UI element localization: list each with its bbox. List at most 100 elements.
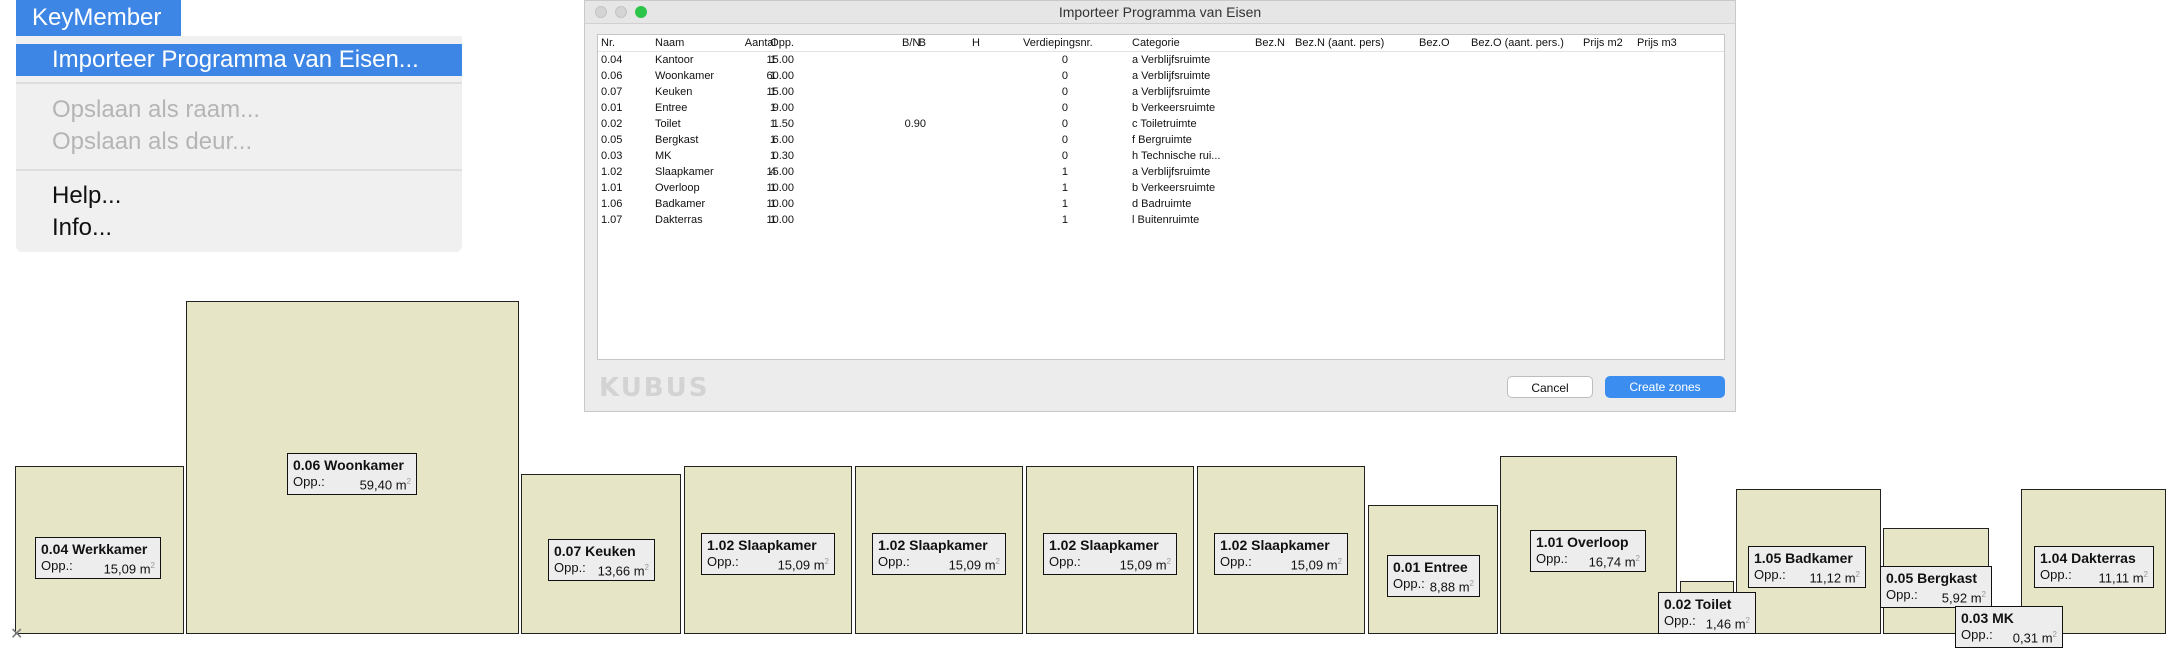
table-cell-cat: a Verblijfsruimte xyxy=(1132,54,1211,66)
menu-separator xyxy=(16,169,462,171)
table-cell-nr: 0.02 xyxy=(601,118,623,130)
menu-item-help[interactable]: Help... xyxy=(16,180,462,212)
col-header-nr[interactable]: Nr. xyxy=(601,35,615,51)
zone-area-value: 0,31 m2 xyxy=(2012,630,2057,646)
menu-item-info[interactable]: Info... xyxy=(16,212,462,244)
zone-label[interactable]: 1.05 Badkamer Opp.: 11,12 m2 xyxy=(1748,546,1866,588)
col-header-bezo-pers[interactable]: Bez.O (aant. pers.) xyxy=(1471,35,1564,51)
zone-area-value: 15,09 m2 xyxy=(1119,557,1171,573)
zone-area-label: Opp.: xyxy=(1664,613,1696,628)
zone-label[interactable]: 1.04 Dakterras Opp.: 11,11 m2 xyxy=(2034,546,2154,588)
zone-label[interactable]: 1.02 Slaapkamer Opp.: 15,09 m2 xyxy=(701,533,835,575)
zone-area: Opp.: 15,09 m2 xyxy=(1220,554,1342,572)
zone-label[interactable]: 0.01 Entree Opp.: 8,88 m2 xyxy=(1387,555,1480,597)
table-row[interactable]: 1.06 Badkamer 1 10.00 1 d Badruimte xyxy=(598,196,1724,212)
col-header-prijs-m3[interactable]: Prijs m3 xyxy=(1637,35,1677,51)
table-cell-opp: 9.00 xyxy=(772,102,794,114)
zone-label[interactable]: 0.05 Bergkast Opp.: 5,92 m2 xyxy=(1880,566,1992,608)
menu-item-save-door[interactable]: Opslaan als deur... xyxy=(16,126,462,158)
col-header-h[interactable]: H xyxy=(938,35,980,51)
kubus-logo: KUBUS xyxy=(599,373,710,403)
table-row[interactable]: 0.07 Keuken 1 15.00 0 a Verblijfsruimte xyxy=(598,84,1724,100)
table-cell-nr: 0.07 xyxy=(601,86,623,98)
menu-item-save-window[interactable]: Opslaan als raam... xyxy=(16,94,462,126)
close-window-icon[interactable] xyxy=(595,6,607,18)
table-header: Nr. Naam Aantal Opp. B/N B H Verdiepings… xyxy=(598,35,1724,52)
zone-area-label: Opp.: xyxy=(1220,554,1252,569)
minimize-window-icon[interactable] xyxy=(615,6,627,18)
table-cell-naam: Kantoor xyxy=(655,54,694,66)
table-cell-opp: 15.00 xyxy=(766,54,794,66)
table-cell-verd: 0 xyxy=(1061,54,1068,66)
zone-label[interactable]: 0.06 Woonkamer Opp.: 59,40 m2 xyxy=(287,453,417,495)
zone-label[interactable]: 0.04 Werkkamer Opp.: 15,09 m2 xyxy=(35,537,161,579)
zone-area-label: Opp.: xyxy=(878,554,910,569)
zone-area: Opp.: 11,12 m2 xyxy=(1754,567,1860,585)
zone-area-label: Opp.: xyxy=(554,560,586,575)
table-cell-cat: b Verkeersruimte xyxy=(1132,102,1216,114)
table-row[interactable]: 0.03 MK 1 0.30 0 h Technische rui... xyxy=(598,148,1724,164)
zone-name: 1.02 Slaapkamer xyxy=(1220,537,1330,553)
zone-area-label: Opp.: xyxy=(1049,554,1081,569)
table-row[interactable]: 1.07 Dakterras 1 10.00 1 l Buitenruimte xyxy=(598,212,1724,228)
program-table[interactable]: Nr. Naam Aantal Opp. B/N B H Verdiepings… xyxy=(597,34,1725,360)
table-cell-opp: 10.00 xyxy=(766,198,794,210)
col-header-verdieping[interactable]: Verdiepingsnr. xyxy=(1023,35,1093,51)
table-cell-verd: 0 xyxy=(1061,102,1068,114)
table-row[interactable]: 1.02 Slaapkamer 4 15.00 1 a Verblijfsruimte xyxy=(598,164,1724,180)
zone-name: 1.02 Slaapkamer xyxy=(707,537,817,553)
zone-name: 0.02 Toilet xyxy=(1664,596,1732,612)
col-header-categorie[interactable]: Categorie xyxy=(1132,35,1180,51)
zone-area: Opp.: 13,66 m2 xyxy=(554,560,649,579)
zone-name: 1.02 Slaapkamer xyxy=(878,537,988,553)
table-cell-nr: 0.06 xyxy=(601,70,623,82)
col-header-b[interactable]: B xyxy=(878,35,926,51)
table-cell-opp: 15.00 xyxy=(766,166,794,178)
zone-area: Opp.: 1,46 m2 xyxy=(1664,613,1750,631)
table-cell-verd: 0 xyxy=(1061,70,1068,82)
create-zones-button[interactable]: Create zones xyxy=(1605,376,1725,398)
zone-area: Opp.: 59,40 m2 xyxy=(293,474,411,492)
table-cell-verd: 0 xyxy=(1061,86,1068,98)
zone-label[interactable]: 1.01 Overloop Opp.: 16,74 m2 xyxy=(1530,530,1646,572)
menu-item-import[interactable]: Importeer Programma van Eisen... xyxy=(16,44,462,76)
table-cell-nr: 0.04 xyxy=(601,54,623,66)
table-row[interactable]: 1.01 Overloop 1 10.00 1 b Verkeersruimte xyxy=(598,180,1724,196)
table-cell-opp: 15.00 xyxy=(766,86,794,98)
zone-label[interactable]: 0.02 Toilet Opp.: 1,46 m2 xyxy=(1658,592,1756,634)
zone-area-label: Opp.: xyxy=(707,554,739,569)
cancel-button[interactable]: Cancel xyxy=(1507,376,1593,398)
table-cell-verd: 1 xyxy=(1061,182,1068,194)
table-row[interactable]: 0.01 Entree 1 9.00 0 b Verkeersruimte xyxy=(598,100,1724,116)
table-row[interactable]: 0.06 Woonkamer 1 60.00 0 a Verblijfsruimte xyxy=(598,68,1724,84)
table-cell-verd: 0 xyxy=(1061,118,1068,130)
zone-area: Opp.: 0,31 m2 xyxy=(1961,627,2057,646)
col-header-bezo[interactable]: Bez.O xyxy=(1419,35,1450,51)
col-header-bezn-pers[interactable]: Bez.N (aant. pers) xyxy=(1295,35,1384,51)
col-header-naam[interactable]: Naam xyxy=(655,35,684,51)
col-header-prijs-m2[interactable]: Prijs m2 xyxy=(1583,35,1623,51)
table-row[interactable]: 0.02 Toilet 1 1.50 0.90 0 c Toiletruimte xyxy=(598,116,1724,132)
table-row[interactable]: 0.05 Bergkast 1 6.00 0 f Bergruimte xyxy=(598,132,1724,148)
menu-title[interactable]: KeyMember xyxy=(16,0,181,36)
zone-label[interactable]: 0.07 Keuken Opp.: 13,66 m2 xyxy=(548,539,655,581)
zone-area-value: 15,09 m2 xyxy=(777,557,829,573)
zone-area-value: 16,74 m2 xyxy=(1588,554,1640,570)
table-row[interactable]: 0.04 Kantoor 1 15.00 0 a Verblijfsruimte xyxy=(598,52,1724,68)
zone-label[interactable]: 1.02 Slaapkamer Opp.: 15,09 m2 xyxy=(1043,533,1177,575)
table-cell-naam: Badkamer xyxy=(655,198,706,210)
table-cell-nr: 1.06 xyxy=(601,198,623,210)
zone-label[interactable]: 1.02 Slaapkamer Opp.: 15,09 m2 xyxy=(872,533,1006,575)
zone-label[interactable]: 0.03 MK Opp.: 0,31 m2 xyxy=(1955,606,2063,648)
zone-area-value: 13,66 m2 xyxy=(597,563,649,579)
zone-label[interactable]: 1.02 Slaapkamer Opp.: 15,09 m2 xyxy=(1214,533,1348,575)
close-icon[interactable]: ✕ xyxy=(10,624,23,644)
table-cell-naam: Toilet xyxy=(655,118,681,130)
zoom-window-icon[interactable] xyxy=(635,6,647,18)
col-header-opp[interactable]: Opp. xyxy=(748,35,794,51)
table-cell-cat: a Verblijfsruimte xyxy=(1132,86,1211,98)
table-cell-naam: MK xyxy=(655,150,672,162)
table-cell-cat: l Buitenruimte xyxy=(1132,214,1200,226)
col-header-bezn[interactable]: Bez.N xyxy=(1255,35,1285,51)
table-cell-naam: Entree xyxy=(655,102,688,114)
